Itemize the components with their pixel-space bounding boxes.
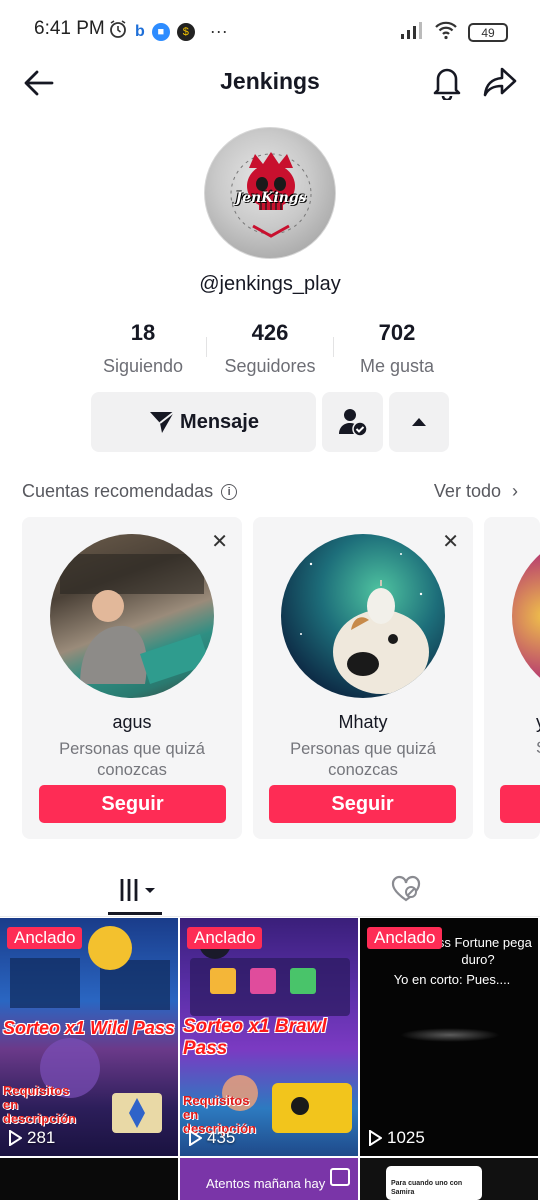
card-subtitle: Personas que quizá conozcas: [290, 740, 436, 779]
view-count-value: 281: [27, 1128, 56, 1147]
stat-value: 702: [378, 320, 416, 345]
follow-status-button[interactable]: [322, 392, 383, 452]
grid-filter-icon: [119, 879, 155, 901]
notification-icons: b ■ $ ···: [108, 19, 228, 44]
view-count-value: 1025: [387, 1128, 425, 1147]
play-icon: [189, 1130, 202, 1146]
share-button[interactable]: [482, 65, 518, 99]
avatar: [512, 534, 540, 698]
avatar: [50, 534, 214, 698]
person-photo-icon: [60, 554, 210, 684]
comment-reply-box: Para cuando uno con Samira: [386, 1166, 482, 1200]
more-dots: ···: [209, 21, 228, 41]
heart-hidden-icon: [391, 875, 421, 902]
battery-indicator: 49: [468, 23, 508, 42]
see-all-link[interactable]: Ver todo ›: [434, 481, 518, 502]
play-icon: [369, 1130, 382, 1146]
profile-header: Jenkings: [0, 58, 540, 106]
info-icon[interactable]: i: [221, 483, 238, 500]
video-caption: Para cuando uno con Samira: [391, 1180, 463, 1196]
view-count-value: 435: [207, 1128, 236, 1147]
follow-button[interactable]: Seguir: [269, 785, 456, 823]
close-icon[interactable]: ✕: [442, 529, 459, 554]
zoom-icon: ■: [151, 22, 170, 41]
video-tile[interactable]: Anclado Sorteo x1 Wild Pass Requisitos e…: [0, 918, 178, 1156]
video-tile[interactable]: Anclado Sorteo x1 Brawl Pass Requisitos …: [180, 918, 358, 1156]
recommended-card-partial[interactable]: y y S: [484, 517, 540, 839]
message-label: Mensaje: [180, 410, 259, 433]
stat-likes[interactable]: 702 Me gusta: [327, 320, 467, 377]
bell-icon: [433, 68, 461, 102]
send-icon: [150, 411, 175, 433]
avatar-logo-text: JenKings: [235, 190, 307, 206]
image-icon: [330, 1168, 350, 1186]
view-count: 281: [8, 1128, 55, 1148]
pinned-badge: Anclado: [7, 927, 83, 949]
video-caption: Sorteo x1 Wild Pass: [3, 1018, 175, 1038]
follow-button[interactable]: Seguir: [39, 785, 226, 823]
card-subtitle: S: [536, 739, 540, 758]
glow: [400, 1028, 500, 1042]
video-tile[interactable]: Atentos mañana hay: [180, 1158, 358, 1200]
card-username: y: [536, 712, 540, 733]
play-icon: [9, 1130, 22, 1146]
stat-label: Siguiendo: [102, 356, 184, 376]
see-all-label: Ver todo: [433, 481, 501, 501]
bing-icon: b: [135, 22, 145, 40]
tab-liked[interactable]: [390, 874, 422, 904]
stat-following[interactable]: 18 Siguiendo: [73, 320, 213, 377]
notifications-button[interactable]: [430, 64, 464, 102]
follow-button[interactable]: [500, 785, 540, 823]
collapse-recommendations-button[interactable]: [389, 392, 449, 452]
chevron-right-icon: ›: [512, 481, 518, 501]
view-count: 1025: [368, 1128, 425, 1148]
recommended-card[interactable]: ✕ Mhaty Personas que quizá conozcas Segu…: [253, 517, 473, 839]
caret-up-icon: [412, 418, 426, 426]
app-icon: $: [176, 22, 195, 41]
message-button[interactable]: Mensaje: [91, 392, 316, 452]
recommended-card[interactable]: ✕ agus Personas que quizá conozcas Segui…: [22, 517, 242, 839]
video-tile[interactable]: [0, 1158, 178, 1200]
close-icon[interactable]: ✕: [211, 529, 228, 554]
video-subcaption: Yo en corto: Pues....: [393, 972, 511, 987]
recommended-title: Cuentas recomendadas i: [22, 481, 238, 502]
share-arrow-icon: [483, 67, 517, 97]
stat-label: Me gusta: [359, 356, 435, 376]
video-caption: Sorteo x1 Brawl Pass: [183, 1016, 327, 1059]
status-right-icons: 49: [400, 20, 508, 45]
dog-photo-icon: [300, 553, 429, 694]
view-count: 435: [188, 1128, 235, 1148]
alarm-icon: [108, 19, 128, 44]
user-check-icon: [338, 409, 368, 437]
stat-label: Seguidores: [224, 356, 316, 376]
video-caption: Atentos mañana hay: [206, 1176, 326, 1191]
card-username: Mhaty: [338, 712, 388, 732]
profile-avatar[interactable]: JenKings: [204, 127, 336, 259]
stat-value: 18: [130, 320, 156, 345]
avatar: [281, 534, 445, 698]
video-tile[interactable]: Para cuando uno con Samira: [360, 1158, 538, 1200]
status-bar: 6:41 PM b ■ $ ··· 49: [0, 0, 540, 58]
username-handle: @jenkings_play: [199, 273, 341, 295]
pinned-badge: Anclado: [187, 927, 263, 949]
signal-icon: [400, 21, 424, 44]
tab-active-indicator: [108, 912, 162, 915]
wifi-icon: [434, 20, 458, 45]
pinned-badge: Anclado: [367, 927, 443, 949]
recommended-title-text: Cuentas recomendadas: [22, 481, 214, 501]
tab-videos[interactable]: [108, 866, 162, 916]
status-time: 6:41 PM: [34, 18, 105, 39]
video-subcaption: Requisitos en descripción: [3, 1083, 76, 1126]
tab-divider: [0, 916, 540, 917]
card-username: agus: [112, 712, 152, 732]
stat-followers[interactable]: 426 Seguidores: [200, 320, 340, 377]
stat-value: 426: [251, 320, 289, 345]
video-tile[interactable]: Miss Fortune pega duro? Yo en corto: Pue…: [360, 918, 538, 1156]
card-subtitle: Personas que quizá conozcas: [59, 740, 205, 779]
